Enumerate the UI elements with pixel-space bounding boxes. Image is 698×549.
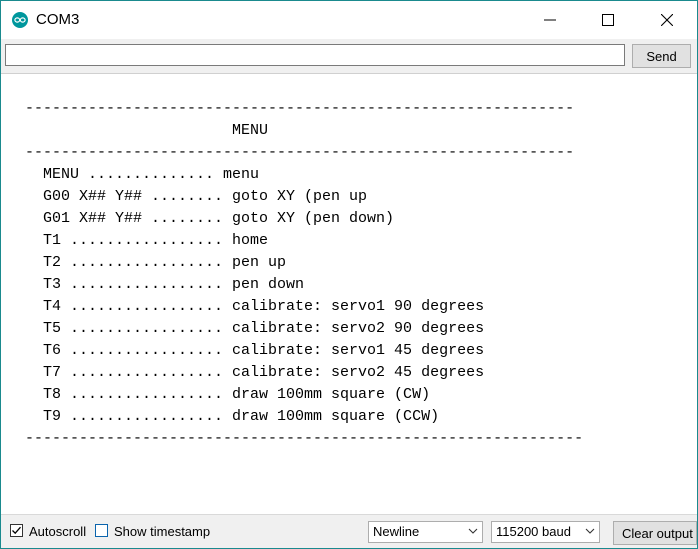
serial-output-text: ----------------------------------------… (25, 98, 583, 450)
serial-send-input[interactable] (5, 44, 625, 66)
output-line: T4 ................. calibrate: servo1 9… (25, 298, 485, 315)
output-line: MENU (25, 122, 269, 139)
send-row: Send (1, 39, 697, 73)
output-line: T3 ................. pen down (25, 276, 305, 293)
clear-output-button[interactable]: Clear output (613, 521, 697, 545)
title-bar[interactable]: COM3 (1, 1, 697, 39)
check-icon (12, 526, 21, 535)
maximize-icon (602, 14, 614, 26)
output-line: ----------------------------------------… (25, 100, 575, 117)
output-line: T9 ................. draw 100mm square (… (25, 408, 440, 425)
baud-rate-select[interactable]: 115200 baud (491, 521, 600, 543)
output-line: G01 X## Y## ........ goto XY (pen down) (25, 210, 395, 227)
output-line: G00 X## Y## ........ goto XY (pen up (25, 188, 368, 205)
serial-monitor-window: COM3 Send ------------------------------… (0, 0, 698, 549)
output-line: T7 ................. calibrate: servo2 4… (25, 364, 485, 381)
line-ending-select[interactable]: Newline (368, 521, 483, 543)
output-line: T1 ................. home (25, 232, 269, 249)
arduino-icon (12, 12, 28, 28)
minimize-button[interactable] (521, 1, 579, 39)
output-line: ----------------------------------------… (25, 430, 584, 447)
baud-rate-value: 115200 baud (496, 524, 571, 539)
output-line: MENU .............. menu (25, 166, 260, 183)
autoscroll-label: Autoscroll (29, 524, 87, 539)
maximize-button[interactable] (579, 1, 637, 39)
autoscroll-checkbox[interactable] (10, 524, 23, 537)
status-bar: Autoscroll Show timestamp Newline 115200… (1, 514, 697, 548)
line-ending-value: Newline (373, 524, 420, 539)
send-button[interactable]: Send (632, 44, 691, 68)
output-line: T2 ................. pen up (25, 254, 287, 271)
close-icon (661, 14, 673, 26)
serial-output-area[interactable]: ----------------------------------------… (1, 73, 697, 514)
show-timestamp-checkbox[interactable] (95, 524, 108, 537)
minimize-icon (544, 19, 556, 21)
window-title: COM3 (36, 11, 80, 28)
close-button[interactable] (638, 1, 696, 39)
output-line: T5 ................. calibrate: servo2 9… (25, 320, 485, 337)
output-line: T6 ................. calibrate: servo1 4… (25, 342, 485, 359)
chevron-down-icon (585, 528, 595, 534)
chevron-down-icon (468, 528, 478, 534)
output-line: T8 ................. draw 100mm square (… (25, 386, 431, 403)
show-timestamp-label: Show timestamp (114, 524, 211, 539)
output-line: ----------------------------------------… (25, 144, 575, 161)
